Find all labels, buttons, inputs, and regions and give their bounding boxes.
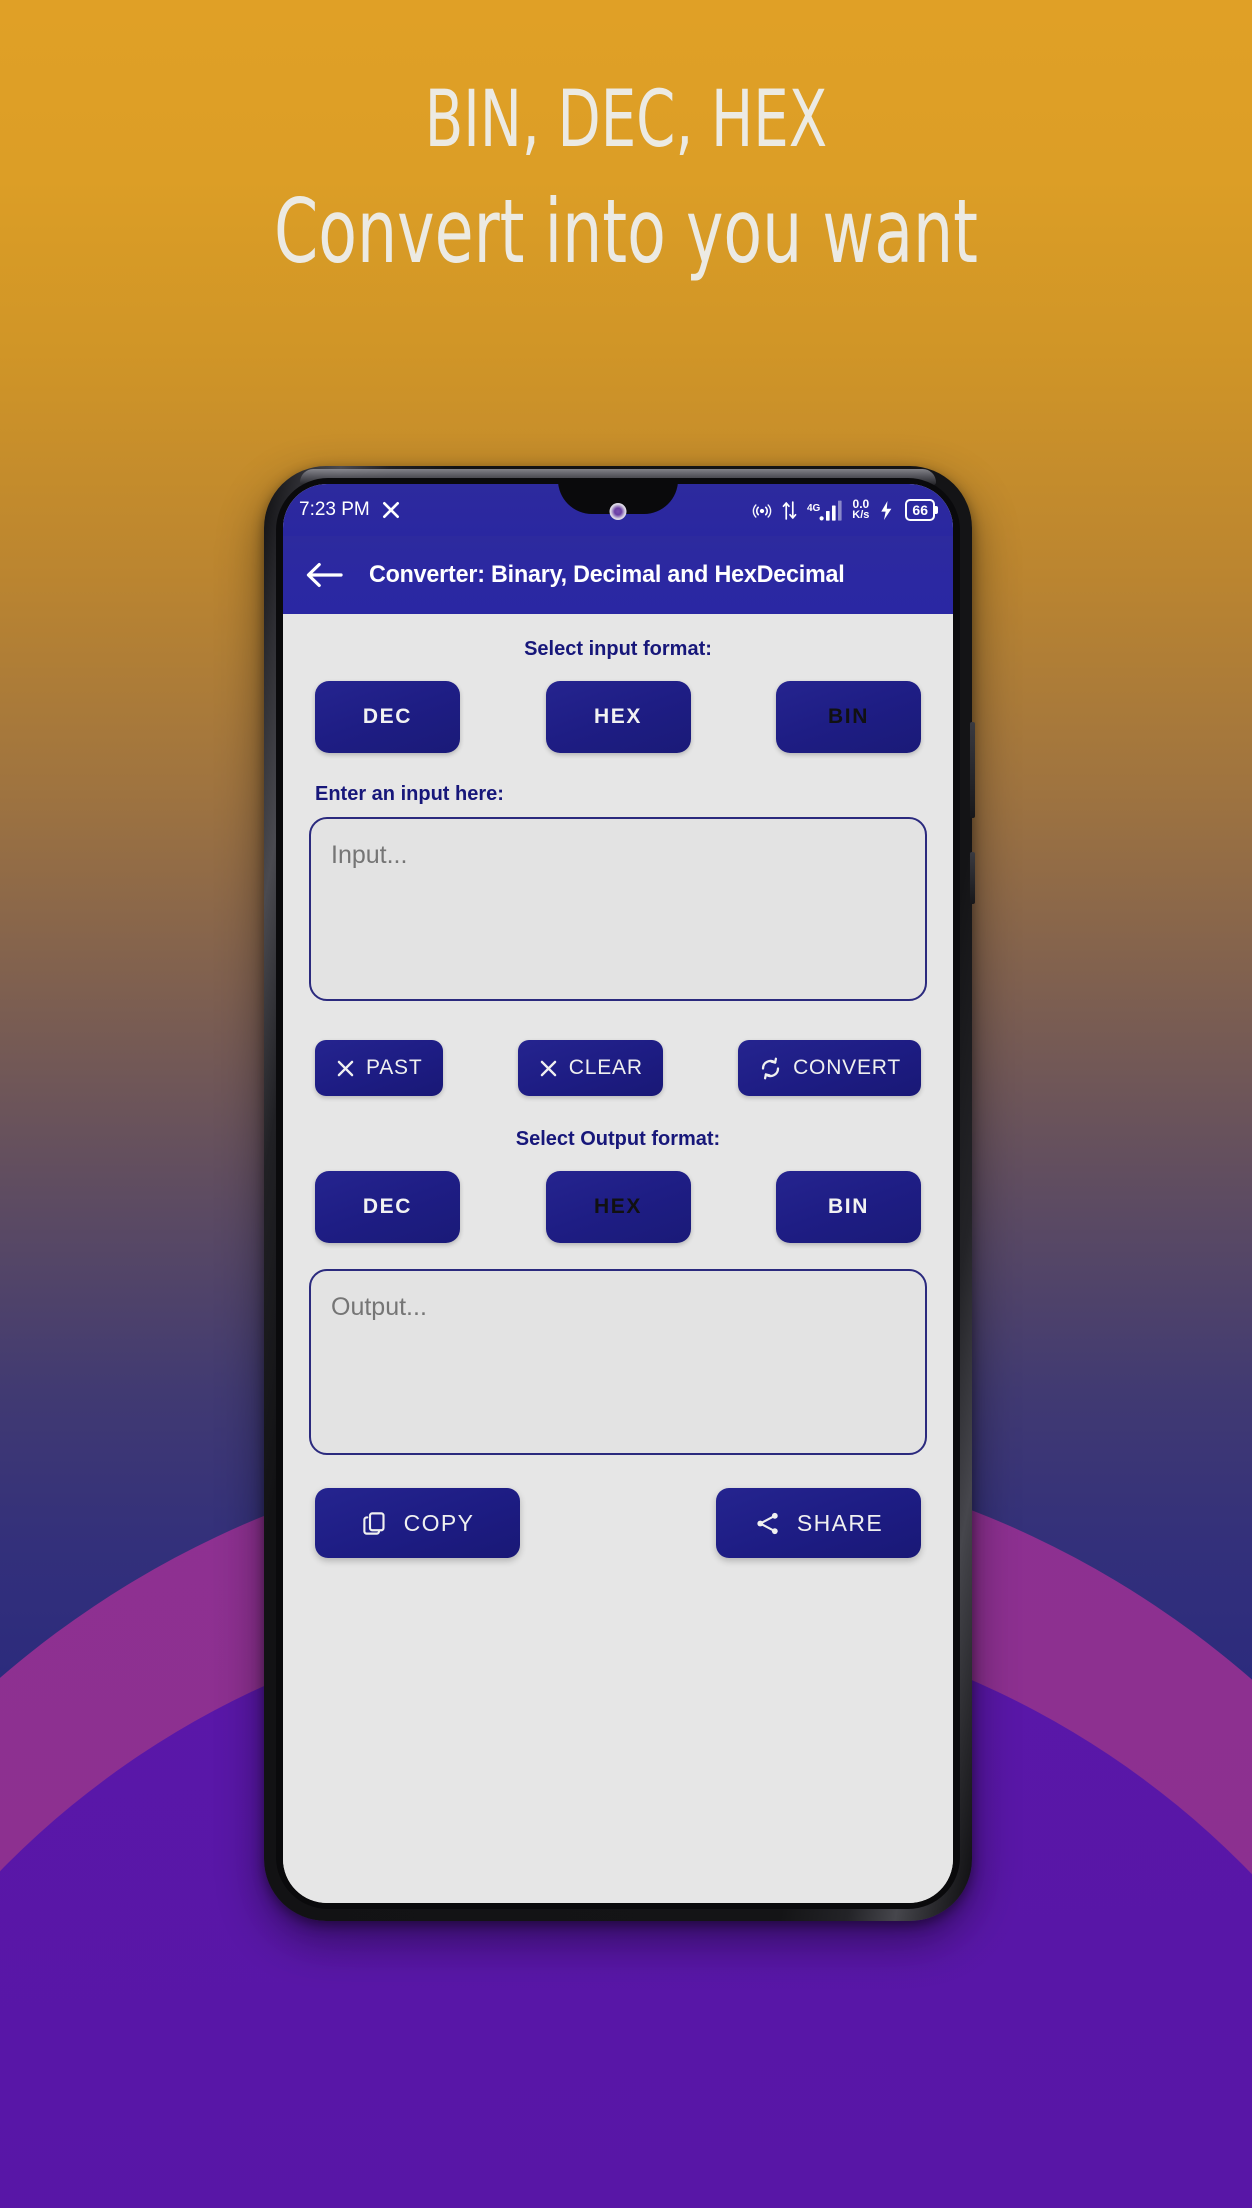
data-speed-indicator: 0.0 K/s	[852, 498, 870, 521]
phone-mockup: 7:23 PM 4G 0.0 K/s 66 Converter: Binary,…	[264, 466, 975, 1921]
past-button-label: PAST	[366, 1056, 423, 1079]
status-bar: 7:23 PM 4G 0.0 K/s 66	[283, 484, 953, 536]
input-format-buttons: DEC HEX BIN	[309, 681, 927, 753]
share-icon	[754, 1510, 781, 1537]
front-camera	[609, 503, 627, 520]
status-bar-right: 4G 0.0 K/s 66	[751, 498, 938, 521]
convert-button[interactable]: CONVERT	[738, 1040, 921, 1096]
promo-headline: BIN, DEC, HEX Convert into you want	[0, 78, 1252, 280]
refresh-icon	[758, 1056, 783, 1081]
promo-screenshot: BIN, DEC, HEX Convert into you want 7:23…	[0, 0, 1252, 2208]
back-arrow-icon[interactable]	[305, 560, 343, 590]
output-format-hex-button[interactable]: HEX	[545, 1171, 691, 1243]
output-format-bin-button[interactable]: BIN	[776, 1171, 921, 1243]
status-time: 7:23 PM	[299, 499, 370, 520]
copy-button-label: COPY	[403, 1509, 475, 1536]
clear-button[interactable]: CLEAR	[517, 1040, 663, 1096]
input-format-label: Select input format:	[524, 638, 712, 660]
bottom-actions-row: COPY SHARE	[309, 1488, 927, 1558]
close-x-icon	[335, 1058, 356, 1079]
past-button[interactable]: PAST	[315, 1040, 443, 1096]
input-format-dec-button[interactable]: DEC	[315, 681, 460, 753]
x-icon	[381, 500, 401, 520]
app-bar-title: Converter: Binary, Decimal and HexDecima…	[369, 561, 845, 588]
status-bar-left: 7:23 PM	[299, 499, 401, 521]
data-speed-unit: K/s	[852, 509, 870, 521]
hotspot-icon	[751, 501, 773, 521]
copy-button[interactable]: COPY	[315, 1488, 520, 1558]
headline-line-2: Convert into you want	[274, 180, 978, 283]
input-format-hex-button[interactable]: HEX	[545, 681, 691, 753]
signal-bars-icon: 4G	[806, 500, 843, 521]
copy-icon	[361, 1510, 388, 1537]
output-format-label: Select Output format:	[515, 1128, 721, 1150]
input-field-label: Enter an input here:	[315, 783, 504, 805]
phone-screen: 7:23 PM 4G 0.0 K/s 66 Converter: Binary,…	[283, 484, 953, 1903]
input-textarea[interactable]	[309, 817, 927, 1001]
close-x-icon	[538, 1058, 559, 1079]
output-textarea[interactable]	[309, 1269, 927, 1455]
app-bar: Converter: Binary, Decimal and HexDecima…	[283, 536, 953, 614]
convert-button-label: CONVERT	[793, 1056, 901, 1079]
share-button-label: SHARE	[796, 1509, 884, 1536]
action-buttons-row: PAST CLEAR CONVERT	[309, 1040, 927, 1096]
output-format-dec-button[interactable]: DEC	[315, 1171, 460, 1243]
share-button[interactable]: SHARE	[716, 1488, 921, 1558]
network-type-label: 4G	[806, 503, 821, 514]
power-button[interactable]	[970, 852, 975, 904]
clear-button-label: CLEAR	[568, 1056, 643, 1079]
input-format-bin-button[interactable]: BIN	[776, 681, 921, 753]
volume-button[interactable]	[970, 722, 975, 818]
data-transfer-icon	[782, 500, 797, 521]
app-content: Select input format: DEC HEX BIN Enter a…	[283, 614, 953, 1903]
output-format-buttons: DEC HEX BIN	[309, 1171, 927, 1243]
charging-bolt-icon	[878, 500, 896, 521]
headline-line-1: BIN, DEC, HEX	[424, 75, 828, 165]
battery-indicator: 66	[905, 499, 938, 521]
